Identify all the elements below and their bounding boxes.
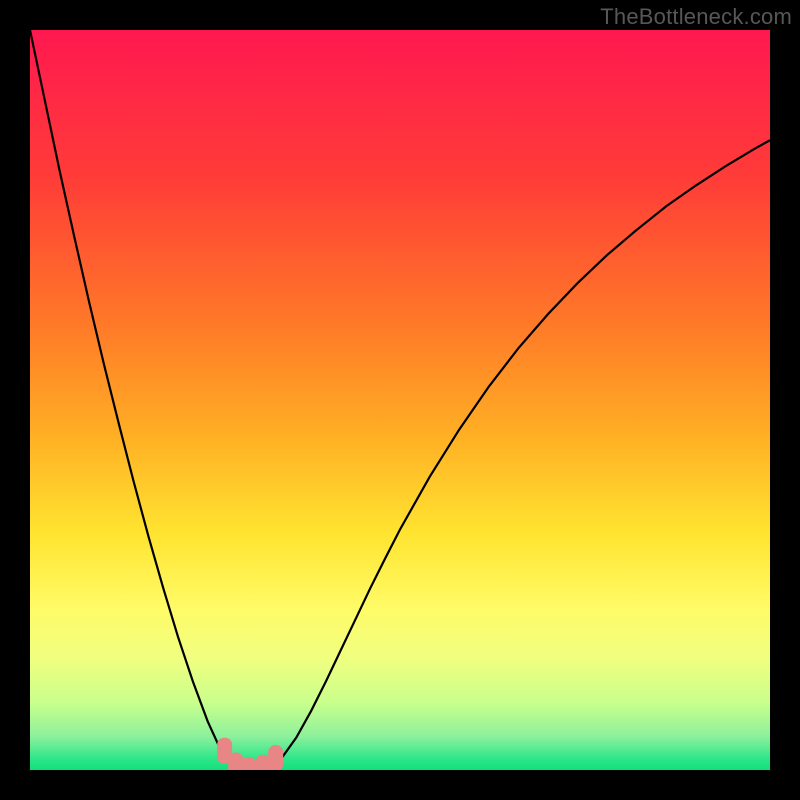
background-heatmap [30,30,770,770]
chart-frame: TheBottleneck.com [0,0,800,800]
watermark-text: TheBottleneck.com [600,4,792,30]
plot-area [30,30,770,770]
